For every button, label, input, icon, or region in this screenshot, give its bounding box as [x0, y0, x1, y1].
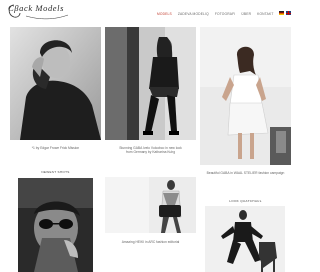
section-title-newest: Newest shots	[41, 170, 70, 174]
de-flag-icon[interactable]	[279, 11, 284, 15]
card-photo-1[interactable]	[10, 27, 101, 140]
card-caption-1[interactable]: *1 by Edgar Frowe Frick Mission	[10, 146, 101, 150]
language-switcher	[279, 11, 293, 15]
card-caption-2-text: Stunning GABA Ivelo Vulcobco in new look…	[119, 146, 182, 155]
woman-white-dress-photo	[200, 27, 291, 165]
section-title-look: Look quatchaul	[229, 199, 262, 203]
card-photo-2[interactable]	[105, 27, 196, 140]
bottom-caption-2[interactable]: Amazing HEIKI in ARC fashion editorial	[105, 240, 196, 244]
woman-handbag-photo	[105, 177, 196, 233]
nav-item-fotografi[interactable]: Fotografi	[215, 12, 236, 16]
nav-item-models[interactable]: Models	[157, 12, 172, 16]
bottom-photo-1[interactable]	[18, 178, 93, 272]
man-sunglasses-photo	[18, 178, 93, 272]
site-logo[interactable]: Cβack Models	[6, 1, 69, 21]
bottom-photo-3[interactable]	[205, 206, 285, 272]
woman-chair-photo	[205, 206, 285, 272]
card-caption-2[interactable]: Stunning GABA Ivelo Vulcobco in new look…	[105, 146, 196, 154]
main-nav: Models Zadeva modeliq Fotografi Über Kon…	[157, 11, 280, 17]
nav-item-kontakt[interactable]: Kontakt	[257, 12, 273, 16]
en-flag-icon[interactable]	[286, 11, 291, 15]
woman-boots-photo	[105, 27, 196, 140]
card-photo-3[interactable]	[200, 27, 291, 165]
card-caption-3[interactable]: Beautiful GABA in WAAL STELIER fashion c…	[200, 171, 291, 175]
man-portrait-photo	[10, 27, 101, 140]
nav-item-uber[interactable]: Über	[241, 12, 251, 16]
bottom-photo-2[interactable]	[105, 177, 196, 233]
logo-text: Cβack Models	[8, 3, 65, 13]
nav-item-zadeva[interactable]: Zadeva modeliq	[178, 12, 209, 16]
